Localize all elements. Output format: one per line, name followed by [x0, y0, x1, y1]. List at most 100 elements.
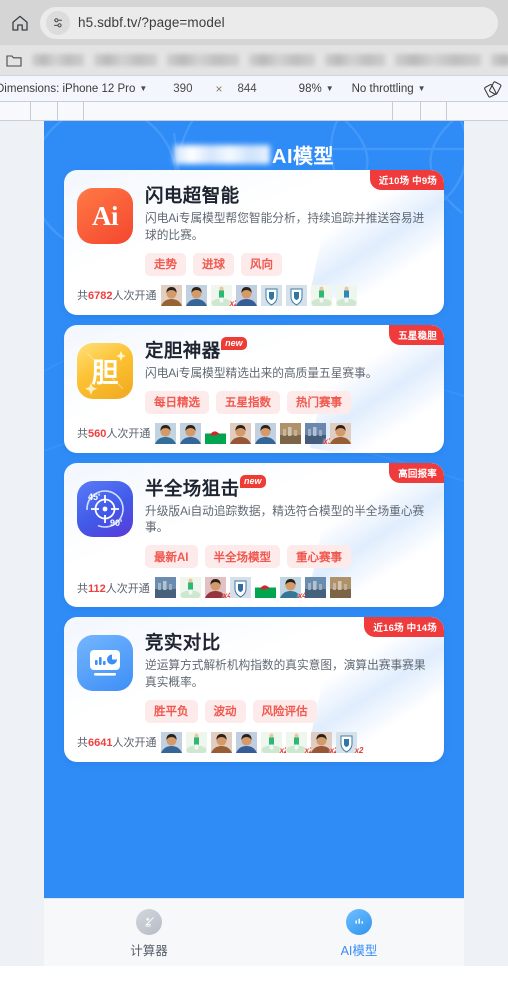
avatar — [255, 422, 277, 444]
viewport-gutter-left — [0, 121, 44, 966]
avatar-image — [254, 577, 276, 599]
card-footer: 共6641人次开通 x2 x2 x2 x2 — [77, 731, 431, 755]
model-card[interactable]: 五星稳胆 胆 定胆神器 new 闪电Ai专属模型精选出来的高质量五星赛事。 每日… — [64, 324, 444, 453]
avatar-group: x4 x4 — [154, 577, 351, 600]
chevron-down-icon: ▼ — [417, 84, 426, 93]
dan-star-icon: 胆 — [77, 342, 133, 399]
subscriber-count: 共560人次开通 — [77, 428, 151, 441]
svg-text:90': 90' — [110, 518, 122, 528]
card-content: 定胆神器 new 闪电Ai专属模型精选出来的高质量五星赛事。 每日精选 五星指数热… — [145, 336, 431, 414]
model-tag[interactable]: 半全场模型 — [204, 545, 280, 569]
avatar — [186, 284, 208, 306]
model-tag[interactable]: 走势 — [145, 252, 186, 276]
address-bar[interactable]: h5.sdbf.tv/?page=model — [40, 6, 498, 39]
card-title: 闪电超智能 — [145, 185, 240, 206]
folder-icon[interactable] — [6, 53, 22, 67]
model-tag[interactable]: 五星指数 — [216, 390, 280, 414]
stat-badge: 近16场 中14场 — [364, 617, 444, 638]
page-root: AI模型 近10场 中9场 Ai 闪电超智能 闪电Ai专属模型帮您智能分析，持续… — [44, 121, 464, 966]
model-card[interactable]: 高回报率 45' 90' 半全场狙击 new 升级版Ai自动追踪数据，精选符合模… — [64, 462, 444, 608]
avatar — [286, 284, 308, 306]
avatar — [154, 577, 176, 599]
bookmarks-bar[interactable] — [0, 45, 508, 75]
viewport-height-input[interactable]: 844 — [237, 83, 256, 95]
avatar — [161, 284, 183, 306]
avatar: x2 — [336, 731, 363, 755]
chevron-down-icon: ▼ — [139, 84, 148, 93]
avatar — [229, 577, 251, 599]
viewport-ruler — [0, 101, 508, 121]
card-footer: 共6782人次开通 x2 — [77, 284, 431, 308]
url-text: h5.sdbf.tv/?page=model — [78, 15, 225, 30]
avatar: x3 — [305, 422, 332, 446]
avatar-group: x2 — [161, 284, 358, 308]
bookmark-item[interactable] — [395, 54, 481, 66]
bookmark-item[interactable] — [32, 54, 84, 66]
avatar — [311, 284, 333, 306]
model-tag[interactable]: 风险评估 — [252, 699, 317, 723]
avatar-image — [230, 422, 252, 444]
card-footer: 共112人次开通 x4 x4 — [77, 577, 431, 600]
bookmark-item[interactable] — [167, 54, 239, 66]
avatar-image — [255, 422, 277, 444]
avatar — [186, 731, 208, 753]
avatar-image — [261, 284, 283, 306]
model-tag[interactable]: 重心赛事 — [287, 545, 351, 569]
model-tag[interactable]: 最新AI — [145, 545, 198, 569]
avatar — [236, 284, 258, 306]
model-tag[interactable]: 进球 — [193, 252, 234, 276]
avatar-multiplier: x2 — [354, 745, 364, 755]
device-selector[interactable]: Dimensions: iPhone 12 Pro ▼ — [0, 83, 147, 95]
chevron-down-icon: ▼ — [325, 84, 334, 93]
card-title: 半全场狙击 — [145, 477, 240, 499]
bookmark-item[interactable] — [491, 54, 508, 66]
avatar-image — [236, 284, 258, 306]
avatar — [230, 422, 252, 444]
avatar: x2 — [211, 284, 238, 308]
card-body: 胆 定胆神器 new 闪电Ai专属模型精选出来的高质量五星赛事。 每日精选 五星指… — [77, 336, 431, 414]
zoom-selector[interactable]: 98% ▼ — [299, 83, 334, 95]
home-icon[interactable] — [10, 13, 30, 33]
model-card[interactable]: 近10场 中9场 Ai 闪电超智能 闪电Ai专属模型帮您智能分析，持续追踪并推送… — [64, 170, 444, 315]
stat-badge: 五星稳胆 — [389, 324, 444, 345]
tab-label: 计算器 — [130, 943, 168, 958]
tab-calculator[interactable]: 计算器 — [44, 899, 254, 966]
card-content: 竞实对比 逆运算方式解析机构指数的真实意图，演算出赛事赛果真实概率。 胜平负 波动… — [145, 632, 431, 723]
tab-ai-model[interactable]: AI模型 — [254, 899, 464, 966]
viewport-width-input[interactable]: 390 — [173, 83, 192, 95]
card-title-row: 定胆神器 new — [145, 336, 431, 361]
rotate-device-icon[interactable] — [484, 80, 502, 98]
bookmark-item[interactable] — [249, 54, 315, 66]
bookmark-item[interactable] — [94, 54, 157, 66]
card-body: 竞实对比 逆运算方式解析机构指数的真实意图，演算出赛事赛果真实概率。 胜平负 波动… — [77, 632, 431, 723]
model-tag[interactable]: 波动 — [204, 699, 246, 723]
stat-badge: 高回报率 — [389, 462, 444, 483]
new-badge: new — [220, 336, 248, 350]
stat-badge: 近10场 中9场 — [369, 170, 444, 190]
ai-model-icon — [346, 908, 372, 935]
app-icon-text: Ai — [92, 200, 119, 231]
avatar-image — [229, 577, 251, 599]
card-content: 半全场狙击 new 升级版Ai自动追踪数据，精选符合模型的半全场重心赛事。 最新… — [145, 474, 431, 569]
model-tag[interactable]: 热门赛事 — [287, 390, 351, 414]
bookmark-item[interactable] — [325, 54, 385, 66]
model-tag[interactable]: 风向 — [241, 252, 282, 276]
tune-icon[interactable] — [46, 10, 70, 35]
avatar: x4 — [204, 577, 232, 600]
model-tag[interactable]: 胜平负 — [145, 699, 198, 723]
browser-chrome: h5.sdbf.tv/?page=model Dimensions: iPhon… — [0, 0, 508, 121]
model-tag[interactable]: 每日精选 — [145, 390, 209, 414]
avatar-image — [311, 284, 333, 306]
avatar — [329, 577, 351, 599]
hero-section: AI模型 近10场 中9场 Ai 闪电超智能 闪电Ai专属模型帮您智能分析，持续… — [44, 121, 464, 921]
throttling-selector[interactable]: No throttling ▼ — [352, 83, 426, 95]
avatar-image — [205, 422, 227, 444]
model-card[interactable]: 近16场 中14场 竞实对比 逆运算方式解析机构指数的真实意图，演算出赛事赛果真… — [64, 617, 444, 762]
card-title: 定胆神器 — [145, 339, 221, 361]
new-badge: new — [239, 474, 267, 488]
avatar — [236, 731, 258, 753]
model-card-list: 近10场 中9场 Ai 闪电超智能 闪电Ai专属模型帮您智能分析，持续追踪并推送… — [44, 154, 464, 762]
avatar — [280, 422, 302, 444]
avatar-image — [154, 577, 176, 599]
avatar: x2 — [311, 731, 338, 755]
